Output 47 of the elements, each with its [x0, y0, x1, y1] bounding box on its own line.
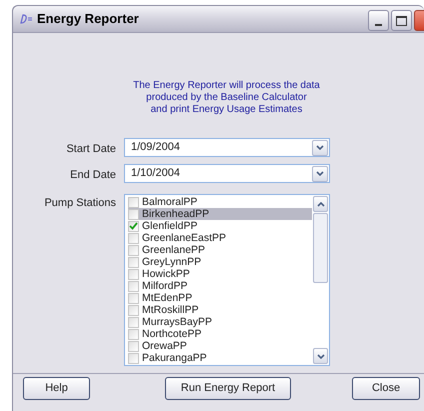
checkbox[interactable]: [128, 232, 139, 244]
maximize-button[interactable]: [391, 10, 412, 31]
list-item[interactable]: HowickPP: [128, 268, 312, 280]
checkbox[interactable]: [128, 268, 139, 280]
checkbox[interactable]: [128, 316, 139, 328]
dialog-button[interactable]: Help: [23, 377, 90, 400]
dialog-button[interactable]: Run Energy Report: [165, 377, 291, 400]
list-item[interactable]: MurraysBayPP: [128, 316, 312, 328]
scrollbar[interactable]: [312, 195, 329, 365]
checkbox[interactable]: [128, 256, 139, 268]
scroll-thumb[interactable]: [313, 213, 328, 283]
chevron-down-icon[interactable]: [313, 348, 328, 364]
checkbox[interactable]: [128, 196, 139, 208]
list-item[interactable]: MtRoskillPP: [128, 304, 312, 316]
dialog-button[interactable]: Close: [352, 377, 420, 400]
list-item[interactable]: NorthcotePP: [128, 328, 312, 340]
checkbox[interactable]: [128, 352, 139, 364]
checkbox[interactable]: [128, 244, 139, 256]
list-item[interactable]: GreyLynnPP: [128, 256, 312, 268]
checkbox[interactable]: [128, 304, 139, 316]
list-item[interactable]: PakurangaPP: [128, 352, 312, 364]
field-label: End Date: [69, 168, 116, 183]
minimize-button[interactable]: [368, 10, 389, 31]
list-item[interactable]: MtEdenPP: [128, 292, 312, 304]
end-date-dropdown[interactable]: 1/10/2004: [124, 164, 330, 183]
list-item[interactable]: OrewaPP: [128, 340, 312, 352]
field-label: Pump Stations: [43, 196, 116, 211]
chevron-up-icon[interactable]: [313, 196, 328, 212]
checkbox[interactable]: [128, 340, 139, 352]
list-item[interactable]: BirkenheadPP: [128, 208, 312, 220]
checkbox[interactable]: [128, 220, 139, 232]
list-item[interactable]: MilfordPP: [128, 280, 312, 292]
checkbox[interactable]: [128, 328, 139, 340]
checkbox[interactable]: [128, 280, 139, 292]
checkbox[interactable]: [128, 292, 139, 304]
list-item[interactable]: BalmoralPP: [128, 196, 312, 208]
app-icon: [19, 13, 33, 25]
field-label: Start Date: [65, 142, 116, 157]
checkbox[interactable]: [128, 208, 139, 220]
chevron-down-icon: [312, 140, 328, 156]
chevron-down-icon: [312, 166, 328, 182]
window-title: Energy Reporter: [37, 10, 139, 28]
start-date-dropdown[interactable]: 1/09/2004: [124, 138, 330, 157]
list-item[interactable]: GreenlanePP: [128, 244, 312, 256]
list-item[interactable]: GlenfieldPP: [128, 220, 312, 232]
description-text: The Energy Reporter will process the data produced by the Baseline Calculator and print Energy Usage Estimates: [132, 80, 321, 116]
list-item[interactable]: GreenlaneEastPP: [128, 232, 312, 244]
